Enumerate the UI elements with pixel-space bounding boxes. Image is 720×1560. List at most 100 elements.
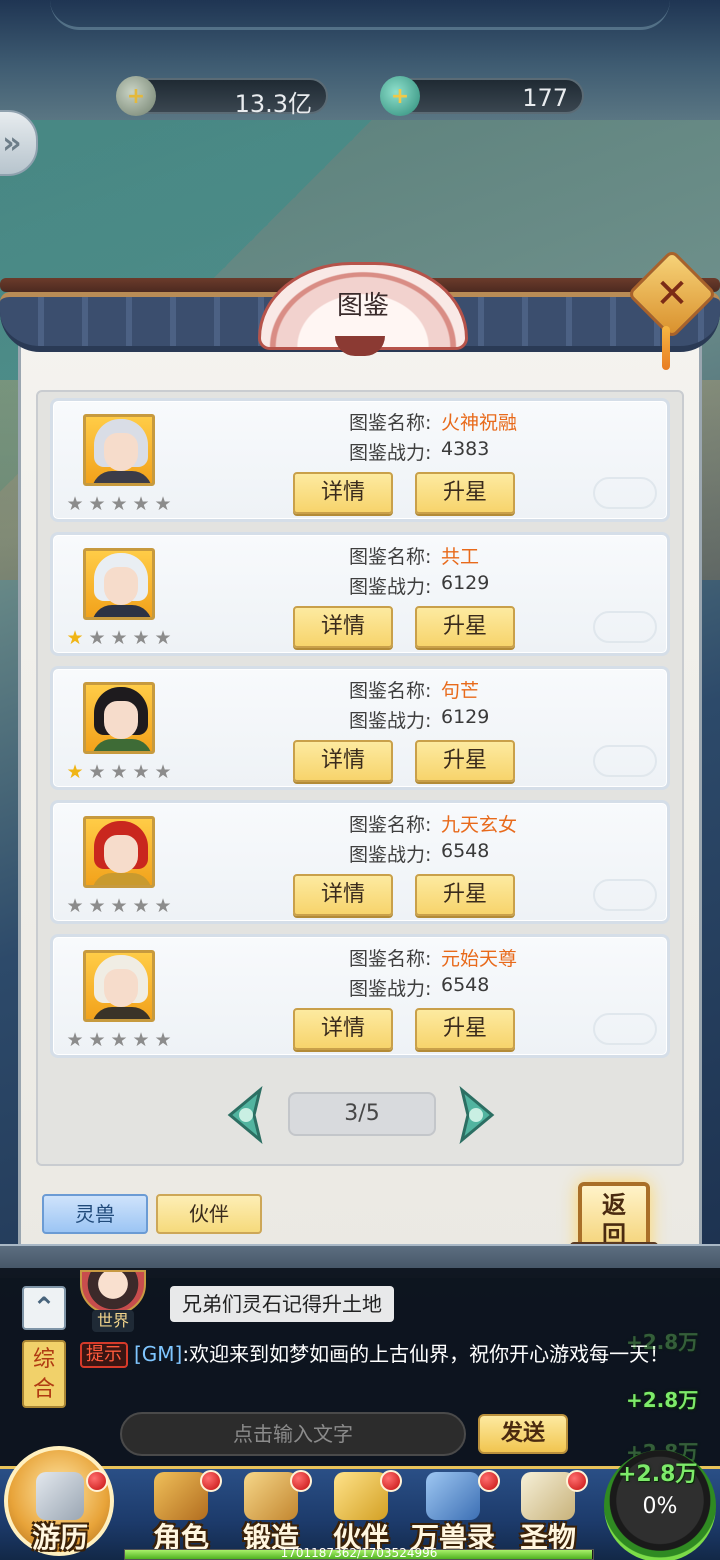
orb-percent: 0% xyxy=(642,1494,678,1519)
star-icon: ★ xyxy=(132,493,150,515)
name-label: 图鉴名称: xyxy=(349,546,432,568)
tab-spirit-beast[interactable]: 灵兽 xyxy=(42,1194,148,1234)
star-icon: ★ xyxy=(88,895,106,917)
crossed-swords-icon xyxy=(36,1472,84,1520)
detail-button[interactable]: 详情 xyxy=(293,606,393,648)
star-rating: ★ ★ ★ ★ ★ xyxy=(65,628,173,648)
power-row: 图鉴战力: 6129 xyxy=(349,706,489,733)
send-button[interactable]: 发送 xyxy=(478,1414,568,1454)
star-icon: ★ xyxy=(132,1029,150,1051)
star-icon: ★ xyxy=(110,493,128,515)
star-icon: ★ xyxy=(66,627,84,649)
power-label: 图鉴战力: xyxy=(349,576,432,598)
beast-icon xyxy=(426,1472,480,1520)
star-icon: ★ xyxy=(132,895,150,917)
tip-badge: 提示 xyxy=(80,1342,128,1368)
star-rating: ★ ★ ★ ★ ★ xyxy=(65,494,173,514)
power-row: 图鉴战力: 6129 xyxy=(349,572,489,599)
star-icon: ★ xyxy=(88,627,106,649)
nav-label: 游历 xyxy=(31,1521,88,1554)
name-row: 图鉴名称: 句芒 xyxy=(349,676,479,703)
portrait-avatar[interactable] xyxy=(83,950,155,1022)
portrait-avatar[interactable] xyxy=(83,414,155,486)
star-rating: ★ ★ ★ ★ ★ xyxy=(65,762,173,782)
power-row: 图鉴战力: 6548 xyxy=(349,974,489,1001)
chat-input[interactable]: 点击输入文字 xyxy=(120,1412,466,1456)
portrait-avatar[interactable] xyxy=(83,816,155,888)
page-indicator: 3/5 xyxy=(288,1092,436,1136)
portrait-avatar[interactable] xyxy=(83,682,155,754)
star-icon: ★ xyxy=(110,627,128,649)
name-label: 图鉴名称: xyxy=(349,412,432,434)
tab-partner[interactable]: 伙伴 xyxy=(156,1194,262,1234)
portrait-avatar[interactable] xyxy=(83,548,155,620)
collection-power: 6129 xyxy=(441,706,490,728)
collection-name: 共工 xyxy=(441,546,480,568)
spirit-stone-plus-icon[interactable]: + xyxy=(116,76,156,116)
arrow-right-icon xyxy=(459,1085,495,1145)
detail-button[interactable]: 详情 xyxy=(293,740,393,782)
star-rating: ★ ★ ★ ★ ★ xyxy=(65,896,173,916)
star-icon: ★ xyxy=(66,761,84,783)
notification-dot xyxy=(566,1470,588,1492)
gm-message-text: :欢迎来到如梦如画的上古仙界，祝你开心游戏每一天！ xyxy=(182,1342,670,1366)
name-row: 图鉴名称: 火神祝融 xyxy=(349,408,517,435)
power-row: 图鉴战力: 6548 xyxy=(349,840,489,867)
jade-counter[interactable]: + 177 xyxy=(380,76,584,116)
star-icon: ★ xyxy=(154,493,172,515)
name-row: 图鉴名称: 共工 xyxy=(349,542,479,569)
collection-card: ★ ★ ★ ★ ★ 图鉴名称: 共工 图鉴战力: 6129 详情 升星 xyxy=(50,532,670,656)
star-icon: ★ xyxy=(154,761,172,783)
collection-power: 6548 xyxy=(441,840,490,862)
star-icon: ★ xyxy=(154,627,172,649)
upgrade-star-button[interactable]: 升星 xyxy=(415,874,515,916)
name-label: 图鉴名称: xyxy=(349,680,432,702)
detail-button[interactable]: 详情 xyxy=(293,874,393,916)
notification-dot xyxy=(86,1470,108,1492)
gm-prefix: [GM] xyxy=(134,1342,183,1366)
world-message: 兄弟们灵石记得升土地 xyxy=(170,1286,394,1322)
prev-page-button[interactable] xyxy=(220,1085,270,1145)
nav-item-travel[interactable]: 游历 xyxy=(10,1466,110,1560)
detail-button[interactable]: 详情 xyxy=(293,472,393,514)
top-bar xyxy=(0,0,720,120)
upgrade-star-button[interactable]: 升星 xyxy=(415,1008,515,1050)
notification-dot xyxy=(478,1470,500,1492)
star-icon: ★ xyxy=(88,1029,106,1051)
power-label: 图鉴战力: xyxy=(349,844,432,866)
star-icon: ★ xyxy=(66,1029,84,1051)
star-icon: ★ xyxy=(154,895,172,917)
upgrade-star-button[interactable]: 升星 xyxy=(415,740,515,782)
collection-card: ★ ★ ★ ★ ★ 图鉴名称: 九天玄女 图鉴战力: 6548 详情 升星 xyxy=(50,800,670,924)
back-button-label[interactable]: 返 回 xyxy=(578,1190,650,1250)
collection-card: ★ ★ ★ ★ ★ 图鉴名称: 元始天尊 图鉴战力: 6548 详情 升星 xyxy=(50,934,670,1058)
chat-collapse-button[interactable]: ⌃ xyxy=(22,1286,66,1330)
next-page-button[interactable] xyxy=(452,1085,502,1145)
gain-popup: +2.8万 xyxy=(626,1330,699,1354)
upgrade-star-button[interactable]: 升星 xyxy=(415,472,515,514)
channel-tab-general[interactable]: 综合 xyxy=(22,1340,66,1408)
jade-plus-icon[interactable]: + xyxy=(380,76,420,116)
spirit-stone-value: 13.3亿 xyxy=(234,90,312,118)
collection-power: 4383 xyxy=(441,438,490,460)
star-icon: ★ xyxy=(154,1029,172,1051)
star-icon: ★ xyxy=(132,627,150,649)
collection-card: ★ ★ ★ ★ ★ 图鉴名称: 句芒 图鉴战力: 6129 详情 升星 xyxy=(50,666,670,790)
star-icon: ★ xyxy=(88,493,106,515)
collection-name: 句芒 xyxy=(441,680,480,702)
gain-popup: +2.8万 xyxy=(626,1388,699,1412)
spirit-stone-counter[interactable]: + 13.3亿 xyxy=(116,76,328,118)
jade-value: 177 xyxy=(522,84,568,112)
star-icon: ★ xyxy=(110,761,128,783)
detail-button[interactable]: 详情 xyxy=(293,1008,393,1050)
power-label: 图鉴战力: xyxy=(349,978,432,1000)
notification-dot xyxy=(290,1470,312,1492)
power-row: 图鉴战力: 4383 xyxy=(349,438,489,465)
upgrade-star-button[interactable]: 升星 xyxy=(415,606,515,648)
star-icon: ★ xyxy=(110,895,128,917)
world-channel-tag: 世界 xyxy=(92,1310,134,1332)
star-icon: ★ xyxy=(66,493,84,515)
close-icon[interactable]: ✕ xyxy=(640,262,704,326)
collection-power: 6548 xyxy=(441,974,490,996)
collection-name: 九天玄女 xyxy=(441,814,518,836)
